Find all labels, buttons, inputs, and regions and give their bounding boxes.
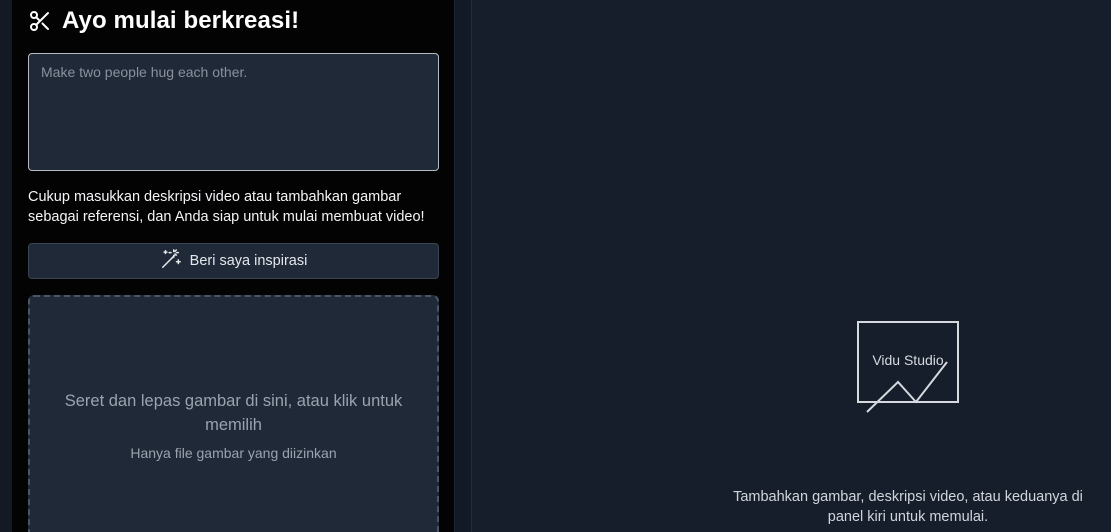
empty-state-hint: Tambahkan gambar, deskripsi video, atau …	[733, 489, 1083, 525]
helper-text: Cukup masukkan deskripsi video atau tamb…	[28, 189, 425, 225]
panel-divider[interactable]	[455, 0, 472, 532]
dropzone-file-hint: Hanya file gambar yang diizinkan	[130, 445, 337, 461]
left-panel: Ayo mulai berkreasi! Cukup masukkan desk…	[12, 0, 455, 532]
scissors-icon	[28, 9, 52, 33]
image-placeholder-icon: Vidu Studio	[855, 320, 961, 414]
app-window: Ayo mulai berkreasi! Cukup masukkan desk…	[0, 0, 1111, 532]
magic-wand-icon	[160, 248, 182, 274]
panel-header: Ayo mulai berkreasi!	[28, 4, 299, 38]
inspire-button[interactable]: Beri saya inspirasi	[28, 243, 439, 279]
image-dropzone[interactable]: Seret dan lepas gambar di sini, atau kli…	[28, 295, 439, 532]
dropzone-instructions: Seret dan lepas gambar di sini, atau kli…	[64, 392, 403, 434]
preview-label: Vidu Studio	[872, 352, 944, 368]
inspire-button-label: Beri saya inspirasi	[189, 253, 308, 269]
prompt-input[interactable]	[28, 53, 439, 171]
left-gutter	[0, 0, 12, 532]
page-title: Ayo mulai berkreasi!	[62, 7, 300, 34]
